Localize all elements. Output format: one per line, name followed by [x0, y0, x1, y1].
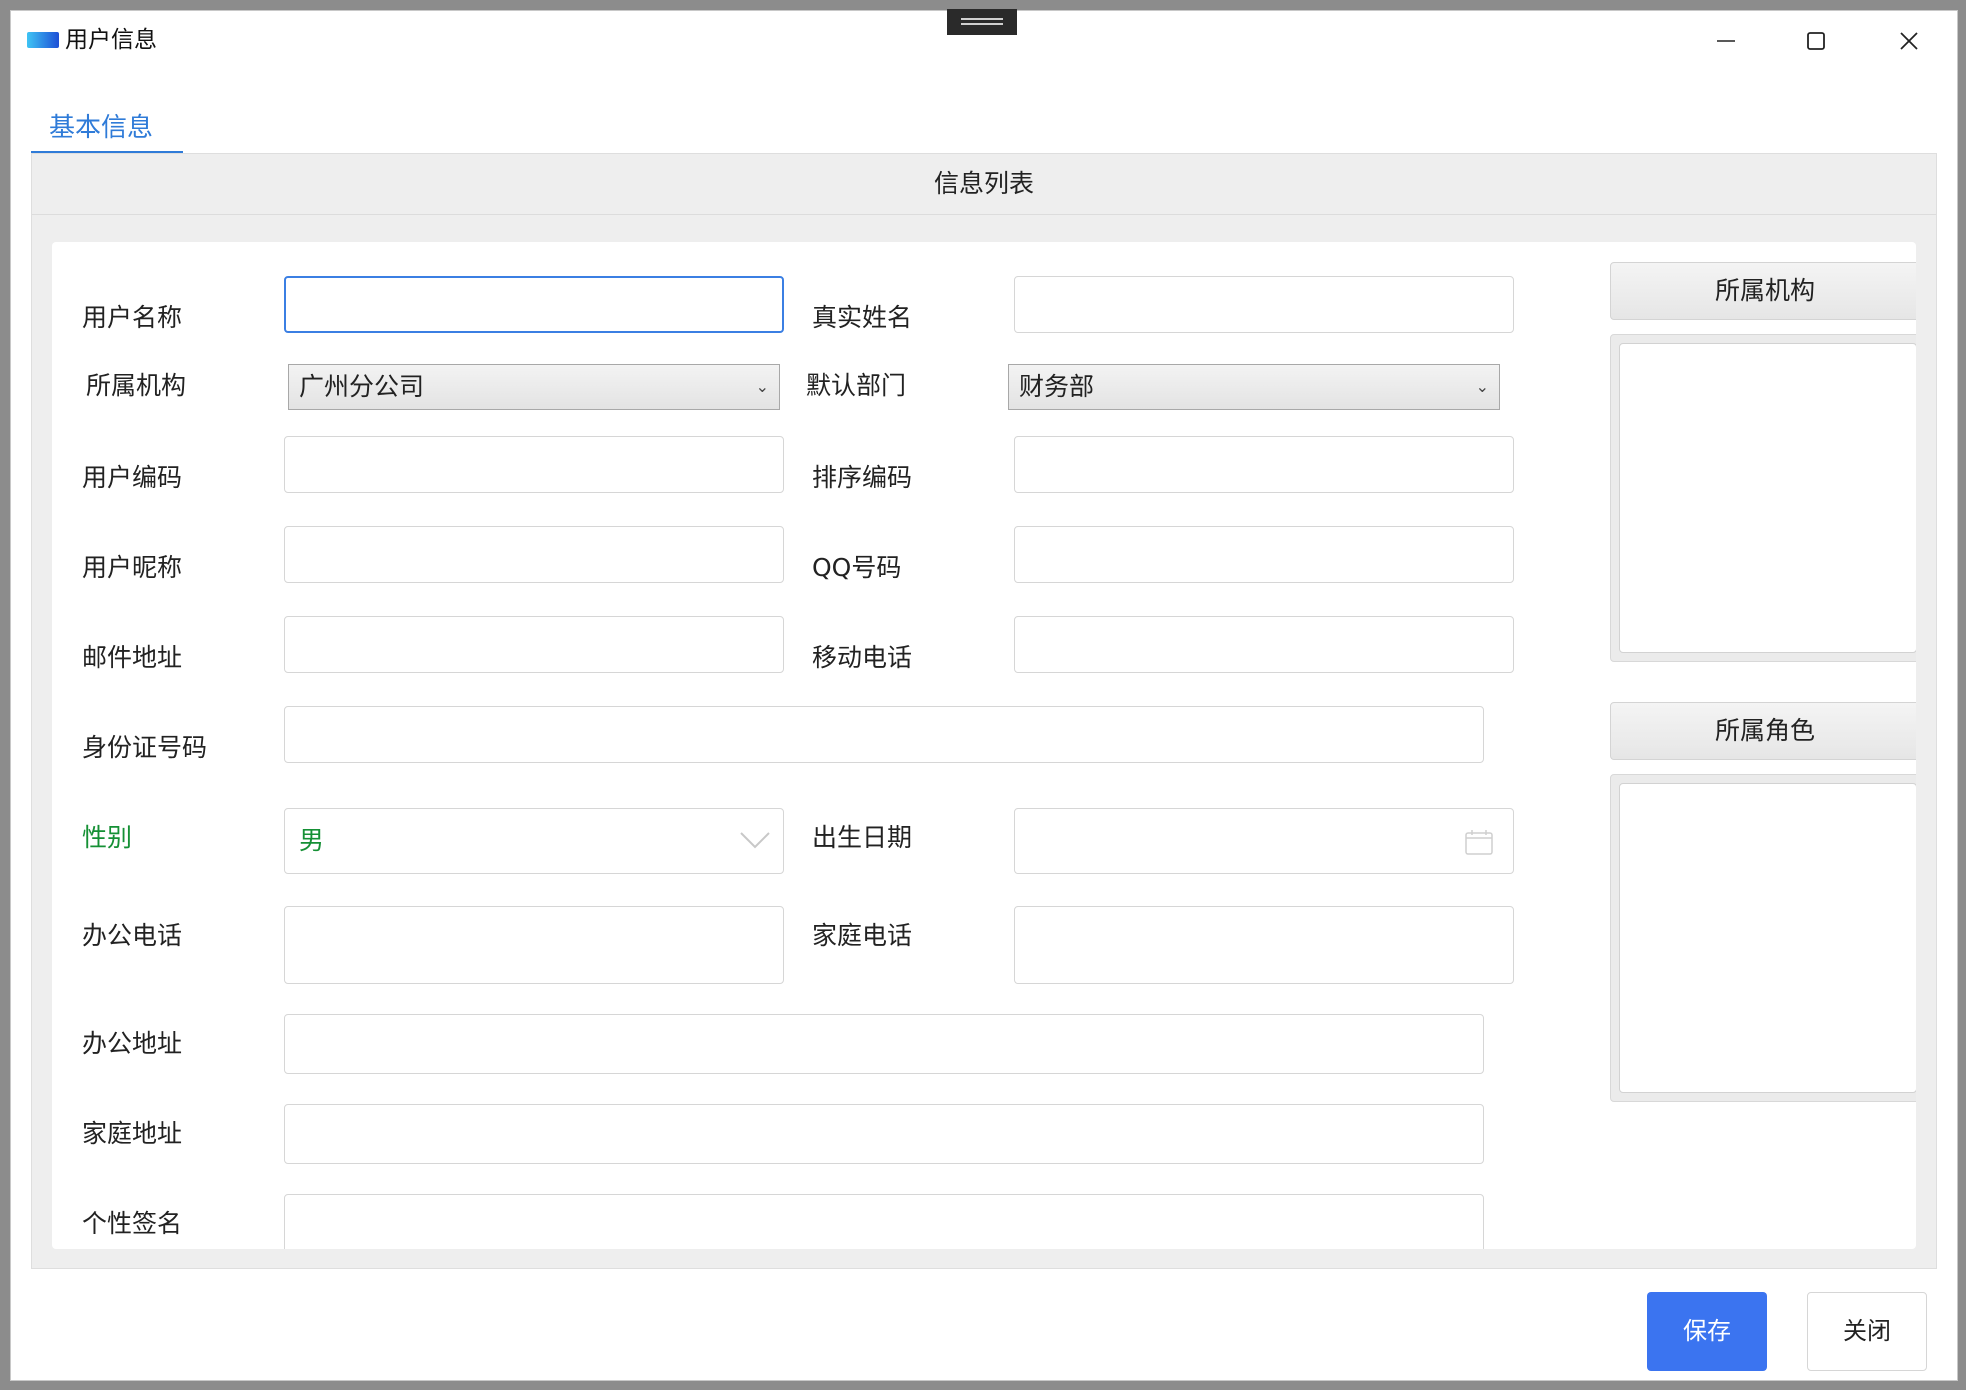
gender-select-value: 男 — [299, 826, 325, 855]
org-select[interactable]: 广州分公司 ⌄ — [288, 364, 780, 410]
chevron-down-icon: ⌄ — [755, 377, 769, 396]
homephone-input[interactable] — [1014, 906, 1514, 984]
title-bar[interactable]: 用户信息 — [11, 9, 1957, 67]
label-nickname: 用户昵称 — [82, 553, 183, 582]
label-qq: QQ号码 — [812, 553, 902, 582]
close-button[interactable]: 关闭 — [1807, 1292, 1927, 1371]
dept-select-value: 财务部 — [1019, 372, 1095, 401]
app-icon — [27, 32, 59, 48]
save-button[interactable]: 保存 — [1647, 1292, 1767, 1371]
tab-label: 基本信息 — [49, 113, 154, 143]
dept-select[interactable]: 财务部 ⌄ — [1008, 364, 1500, 410]
label-homephone: 家庭电话 — [812, 921, 913, 950]
nickname-input[interactable] — [284, 526, 784, 583]
officeaddr-input[interactable] — [284, 1014, 1484, 1074]
label-username: 用户名称 — [82, 303, 183, 332]
label-officephone: 办公电话 — [82, 921, 183, 950]
roles-panel-header: 所属角色 — [1610, 702, 1916, 760]
mobile-input[interactable] — [1014, 616, 1514, 673]
label-dept: 默认部门 — [806, 371, 907, 400]
close-icon — [1900, 32, 1918, 50]
maximize-icon — [1807, 32, 1825, 50]
org-select-value: 广州分公司 — [299, 372, 425, 401]
maximize-button[interactable] — [1786, 23, 1846, 59]
label-realname: 真实姓名 — [812, 303, 913, 332]
label-officeaddr: 办公地址 — [82, 1029, 183, 1058]
idcard-input[interactable] — [284, 706, 1484, 763]
label-idcard: 身份证号码 — [82, 733, 208, 762]
realname-input[interactable] — [1014, 276, 1514, 333]
email-input[interactable] — [284, 616, 784, 673]
close-window-button[interactable] — [1879, 23, 1939, 59]
chevron-down-icon: ⌄ — [1475, 377, 1489, 396]
orgs-list-box — [1610, 334, 1916, 662]
chevron-down-icon — [740, 832, 770, 849]
user-info-window: 用户信息 基本信息 信息列表 用户名称 真实姓名 所属机构 广州分公司 ⌄ 默认… — [10, 9, 1958, 1381]
tab-basic-info[interactable]: 基本信息 — [31, 101, 183, 155]
form-area: 用户名称 真实姓名 所属机构 广州分公司 ⌄ 默认部门 财务部 ⌄ 用户编码 排… — [52, 242, 1916, 1249]
qq-input[interactable] — [1014, 526, 1514, 583]
homeaddr-input[interactable] — [284, 1104, 1484, 1164]
panel-title: 信息列表 — [32, 154, 1936, 215]
sortcode-input[interactable] — [1014, 436, 1514, 493]
minimize-button[interactable] — [1696, 23, 1756, 59]
info-panel: 信息列表 用户名称 真实姓名 所属机构 广州分公司 ⌄ 默认部门 财务部 ⌄ 用… — [31, 153, 1937, 1269]
username-input[interactable] — [284, 276, 784, 333]
roles-list[interactable] — [1619, 783, 1916, 1093]
snap-handle[interactable] — [947, 9, 1017, 35]
window-title: 用户信息 — [65, 27, 157, 53]
label-birthday: 出生日期 — [812, 823, 913, 852]
roles-list-box — [1610, 774, 1916, 1102]
officephone-input[interactable] — [284, 906, 784, 984]
minimize-icon — [1717, 40, 1735, 42]
label-usercode: 用户编码 — [82, 463, 183, 492]
label-homeaddr: 家庭地址 — [82, 1119, 183, 1148]
birthday-date-picker[interactable] — [1014, 808, 1514, 874]
label-org: 所属机构 — [86, 371, 187, 400]
signature-input[interactable] — [284, 1194, 1484, 1249]
orgs-list[interactable] — [1619, 343, 1916, 653]
gender-select[interactable]: 男 — [284, 808, 784, 874]
label-signature: 个性签名 — [82, 1209, 183, 1238]
calendar-icon — [1465, 830, 1493, 855]
label-gender: 性别 — [82, 823, 133, 852]
label-sortcode: 排序编码 — [812, 463, 913, 492]
label-email: 邮件地址 — [82, 643, 183, 672]
label-mobile: 移动电话 — [812, 643, 913, 672]
usercode-input[interactable] — [284, 436, 784, 493]
orgs-panel-header: 所属机构 — [1610, 262, 1916, 320]
